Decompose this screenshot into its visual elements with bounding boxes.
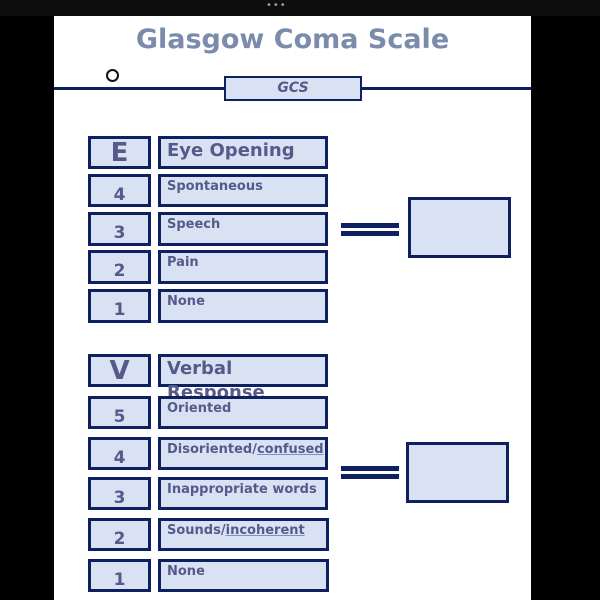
eye-option-box: None xyxy=(158,289,328,323)
verbal-score-box: 1 xyxy=(88,559,151,592)
verbal-score-box: 5 xyxy=(88,396,151,429)
equals-bar-top xyxy=(341,466,399,471)
eye-heading-box: Eye Opening xyxy=(158,136,328,169)
option-text-underlined: confused xyxy=(256,442,324,457)
eye-score-box: 2 xyxy=(88,250,151,284)
verbal-option-box: Oriented xyxy=(158,396,328,429)
circle-shape xyxy=(106,69,119,82)
eye-score-box: 1 xyxy=(88,289,151,323)
eye-letter-box: E xyxy=(88,136,151,169)
verbal-result-box[interactable] xyxy=(406,442,509,503)
eye-option-box: Spontaneous xyxy=(158,174,328,207)
equals-bar-top xyxy=(341,223,399,228)
option-text: Disoriented/ xyxy=(167,442,257,457)
equals-bar-bottom xyxy=(341,474,399,479)
verbal-option-box: Sounds/incoherent xyxy=(158,518,329,551)
eye-score-box: 4 xyxy=(88,174,151,207)
document-title: Glasgow Coma Scale xyxy=(135,24,450,55)
verbal-score-box: 3 xyxy=(88,477,151,510)
verbal-score-box: 4 xyxy=(88,437,151,470)
verbal-option-box: None xyxy=(158,559,329,592)
eye-option-box: Pain xyxy=(158,250,328,284)
verbal-option-box: Disoriented/confused xyxy=(158,437,328,470)
gcs-badge: GCS xyxy=(224,76,362,101)
option-text: Sounds/ xyxy=(167,523,226,538)
eye-result-box[interactable] xyxy=(408,197,511,258)
verbal-heading-box: Verbal Response xyxy=(158,354,328,403)
window-title-bar: ••• xyxy=(0,0,600,16)
verbal-option-box: Inappropriate words xyxy=(158,477,328,510)
eye-score-box: 3 xyxy=(88,212,151,246)
verbal-letter-box: V xyxy=(88,354,151,387)
eye-option-box: Speech xyxy=(158,212,328,246)
more-options-icon[interactable]: ••• xyxy=(266,1,286,12)
equals-bar-bottom xyxy=(341,231,399,236)
option-text-underlined: incoherent xyxy=(225,523,305,538)
verbal-score-box: 2 xyxy=(88,518,151,551)
